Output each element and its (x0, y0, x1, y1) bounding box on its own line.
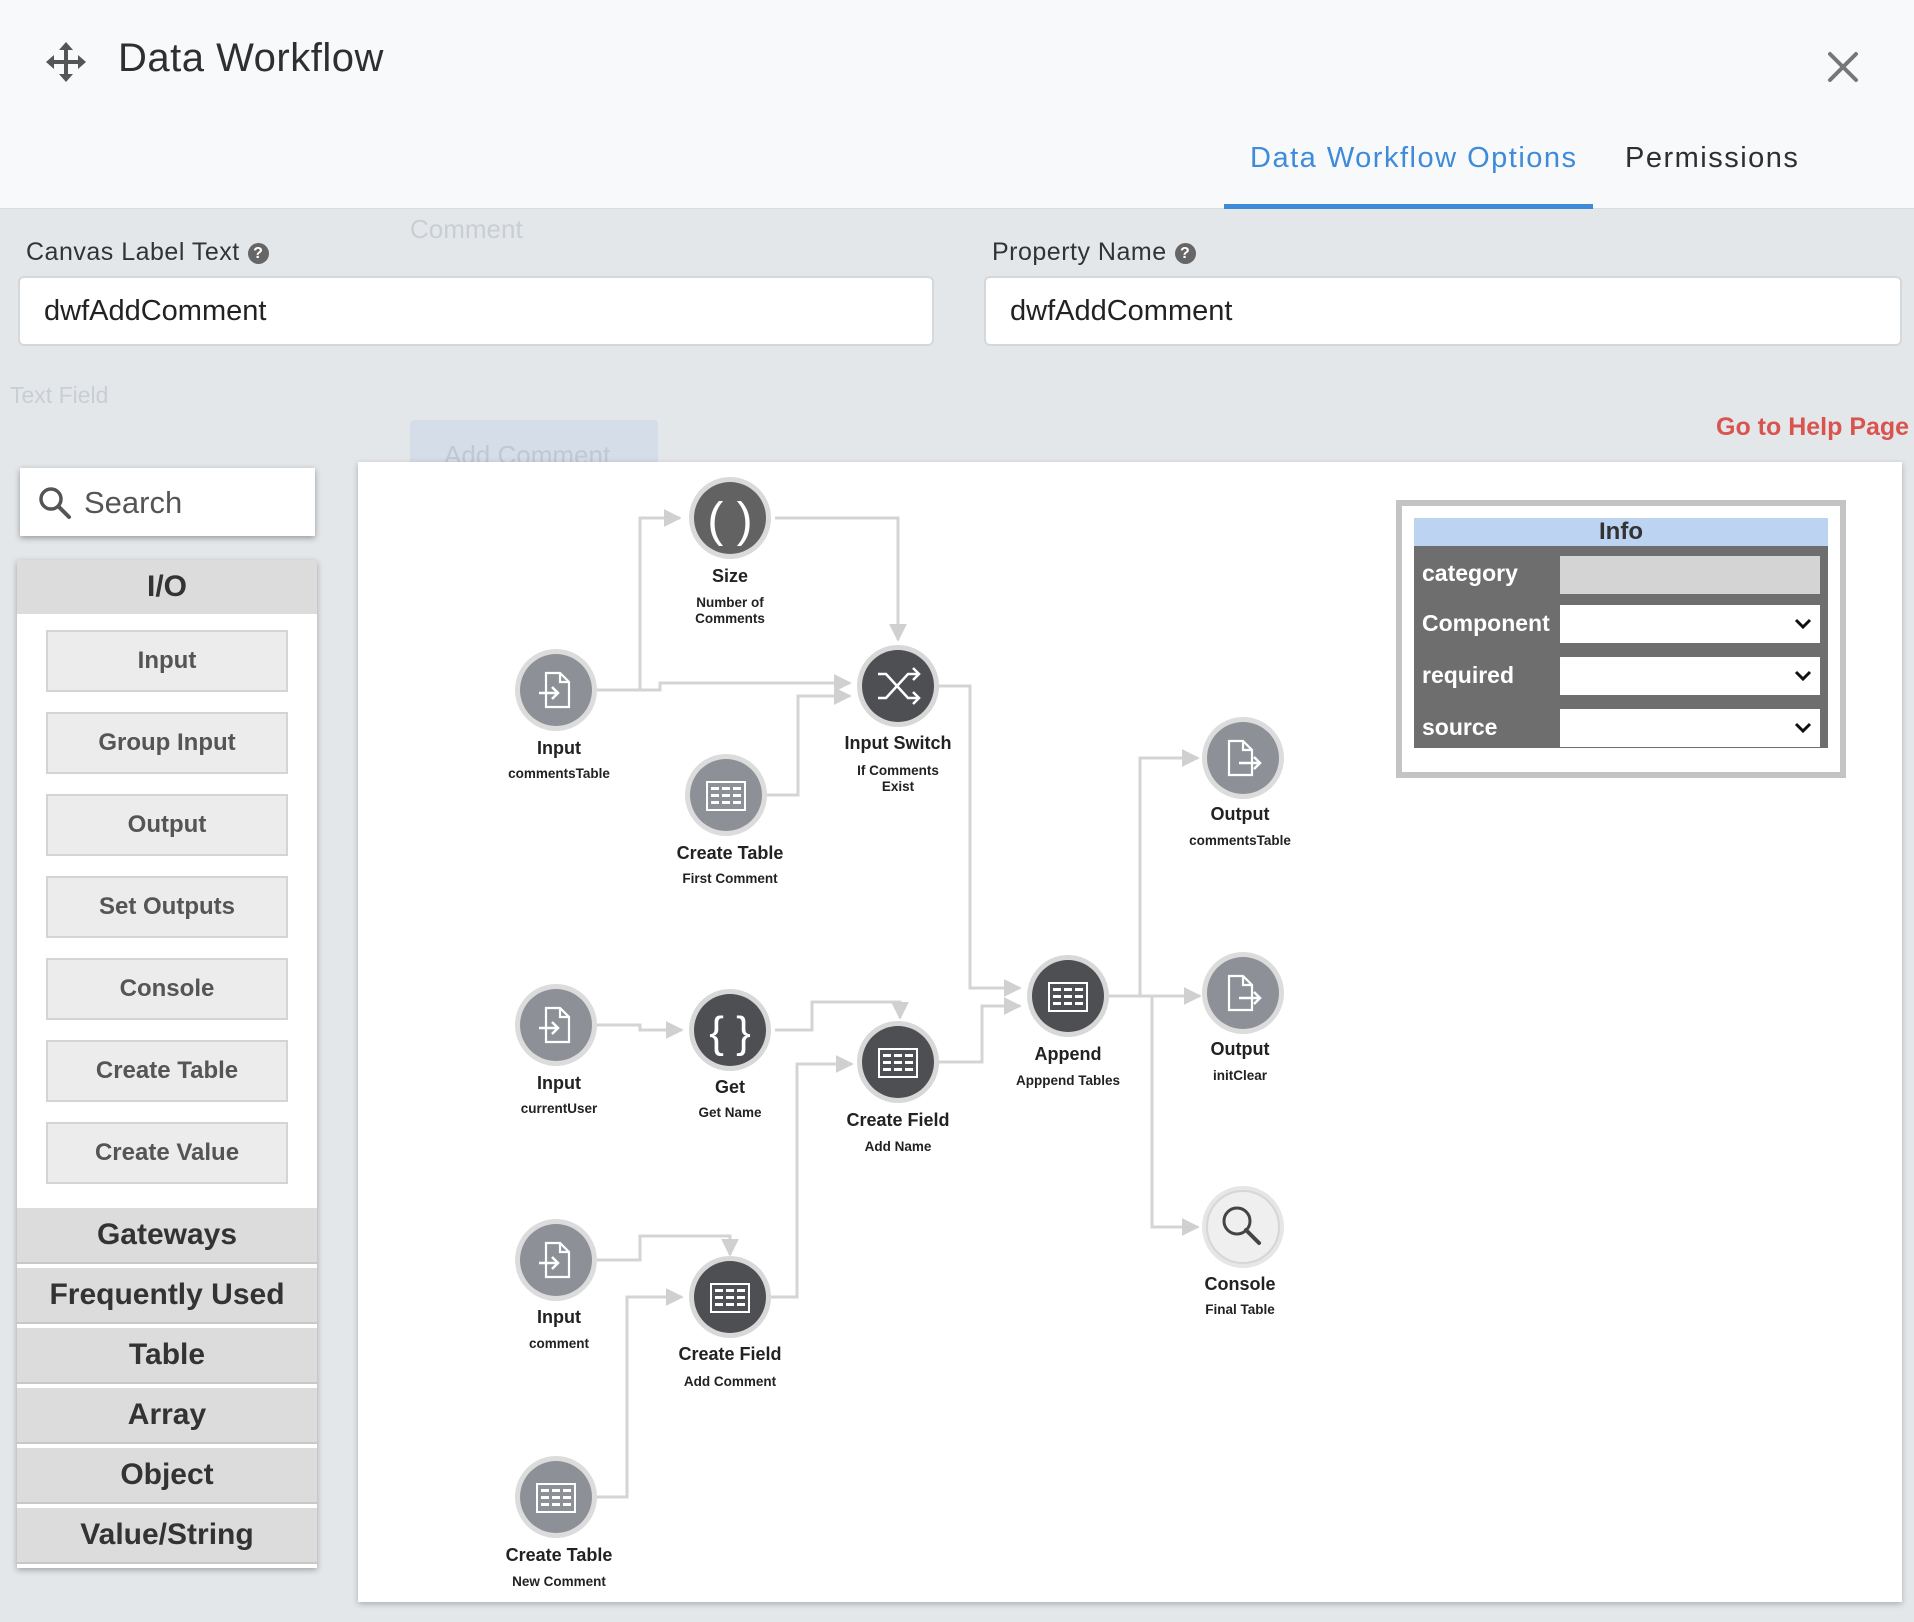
node-subtitle: comment (529, 1336, 590, 1351)
chevron-down-icon (1794, 722, 1812, 734)
node-palette: I/O Input Group Input Output Set Outputs… (17, 560, 317, 1568)
parentheses-icon: ( ) (707, 494, 752, 547)
node-create-table-first-comment[interactable]: Create Table First Comment (677, 754, 784, 886)
node-input-comments-table[interactable]: Input commentsTable (508, 649, 610, 781)
canvas-label-text-label-text: Canvas Label Text (26, 238, 240, 266)
palette-search (20, 468, 315, 536)
info-panel: Info category Component required source (1396, 500, 1846, 778)
node-append[interactable]: Append Apppend Tables (1016, 955, 1120, 1088)
help-icon[interactable]: ? (1174, 243, 1196, 264)
node-title: Create Table (506, 1545, 613, 1565)
help-icon[interactable]: ? (247, 243, 269, 264)
active-tab-indicator (1224, 204, 1593, 209)
move-icon[interactable] (44, 40, 88, 84)
io-items: Input Group Input Output Set Outputs Con… (17, 614, 317, 1208)
component-select[interactable] (1560, 605, 1820, 643)
node-title: Get (715, 1077, 745, 1097)
node-subtitle: commentsTable (508, 766, 610, 781)
braces-icon: { } (709, 1008, 751, 1057)
node-subtitle: Add Name (865, 1139, 932, 1154)
node-subtitle: Exist (882, 779, 915, 794)
category-object[interactable]: Object (17, 1448, 317, 1504)
category-io[interactable]: I/O (17, 560, 317, 616)
node-title: Create Field (678, 1344, 781, 1364)
node-subtitle: Comments (695, 611, 765, 626)
dialog-title: Data Workflow (118, 36, 384, 80)
property-name-input[interactable]: dwfAddComment (984, 276, 1902, 346)
tab-data-workflow-options[interactable]: Data Workflow Options (1250, 142, 1578, 175)
palette-item-set-outputs[interactable]: Set Outputs (46, 876, 288, 938)
node-subtitle: currentUser (521, 1101, 598, 1116)
node-subtitle: New Comment (512, 1574, 606, 1589)
node-output-comments-table[interactable]: Output commentsTable (1189, 717, 1291, 848)
category-field (1560, 556, 1820, 594)
node-title: Create Table (677, 843, 784, 863)
node-title: Input (537, 1307, 581, 1327)
node-subtitle: Apppend Tables (1016, 1073, 1120, 1088)
info-panel-body: Info category Component required source (1414, 518, 1828, 748)
search-icon (39, 487, 71, 519)
node-input-current-user[interactable]: Input currentUser (515, 984, 598, 1116)
node-input-comment[interactable]: Input comment (515, 1219, 597, 1351)
close-icon[interactable] (1820, 44, 1866, 90)
chevron-down-icon (1794, 670, 1812, 682)
node-get[interactable]: { } Get Get Name (689, 989, 771, 1120)
node-size[interactable]: ( ) Size Number of Comments (689, 477, 771, 626)
node-subtitle: Number of (696, 595, 764, 610)
search-input[interactable] (82, 480, 306, 526)
info-label-required: required (1422, 662, 1515, 688)
node-title: Append (1035, 1044, 1102, 1064)
category-table[interactable]: Table (17, 1328, 317, 1384)
category-array[interactable]: Array (17, 1388, 317, 1444)
node-title: Create Field (846, 1110, 949, 1130)
help-page-link[interactable]: Go to Help Page (1716, 413, 1909, 442)
node-subtitle: commentsTable (1189, 833, 1291, 848)
tab-permissions[interactable]: Permissions (1625, 142, 1799, 175)
node-title: Output (1211, 1039, 1270, 1059)
node-subtitle: Get Name (698, 1105, 762, 1120)
palette-item-input[interactable]: Input (46, 630, 288, 692)
node-subtitle: First Comment (682, 871, 778, 886)
canvas-label-text-input[interactable]: dwfAddComment (18, 276, 934, 346)
node-title: Output (1211, 804, 1270, 824)
node-subtitle: Final Table (1205, 1302, 1275, 1317)
info-panel-title: Info (1414, 518, 1828, 546)
category-frequently-used[interactable]: Frequently Used (17, 1268, 317, 1324)
palette-item-create-value[interactable]: Create Value (46, 1122, 288, 1184)
node-title: Size (712, 566, 748, 586)
node-title: Console (1204, 1274, 1275, 1294)
palette-item-console[interactable]: Console (46, 958, 288, 1020)
required-select[interactable] (1560, 657, 1820, 695)
node-subtitle: If Comments (857, 763, 939, 778)
palette-item-output[interactable]: Output (46, 794, 288, 856)
info-label-source: source (1422, 714, 1498, 740)
dialog-header: Data Workflow Data Workflow Options Perm… (0, 0, 1914, 209)
info-label-component: Component (1422, 610, 1550, 636)
source-select[interactable] (1560, 709, 1820, 747)
property-name-label: Property Name? (992, 238, 1196, 267)
node-output-init-clear[interactable]: Output initClear (1202, 952, 1284, 1083)
node-title: Input (537, 1073, 581, 1093)
info-label-category: category (1422, 560, 1518, 586)
category-value-string[interactable]: Value/String (17, 1508, 317, 1564)
canvas-label-text-label: Canvas Label Text? (26, 238, 269, 267)
node-console-final-table[interactable]: Console Final Table (1202, 1186, 1284, 1317)
node-create-table-new-comment[interactable]: Create Table New Comment (506, 1456, 613, 1589)
chevron-down-icon (1794, 618, 1812, 630)
node-create-field-add-name[interactable]: Create Field Add Name (846, 1021, 950, 1154)
category-gateways[interactable]: Gateways (17, 1208, 317, 1264)
background-add-comment-button: Add Comment (410, 420, 658, 470)
workflow-canvas[interactable]: ( ) Size Number of Comments Input commen… (358, 462, 1902, 1602)
palette-item-create-table[interactable]: Create Table (46, 1040, 288, 1102)
node-input-switch[interactable]: Input Switch If Comments Exist (845, 645, 952, 794)
background-text-field-label: Text Field (10, 382, 109, 408)
node-create-field-add-comment[interactable]: Create Field Add Comment (678, 1256, 782, 1389)
node-subtitle: Add Comment (684, 1374, 777, 1389)
property-name-label-text: Property Name (992, 238, 1167, 266)
node-subtitle: initClear (1213, 1068, 1268, 1083)
node-title: Input Switch (845, 733, 952, 753)
palette-item-group-input[interactable]: Group Input (46, 712, 288, 774)
node-title: Input (537, 738, 581, 758)
background-comment-label: Comment (410, 214, 523, 244)
